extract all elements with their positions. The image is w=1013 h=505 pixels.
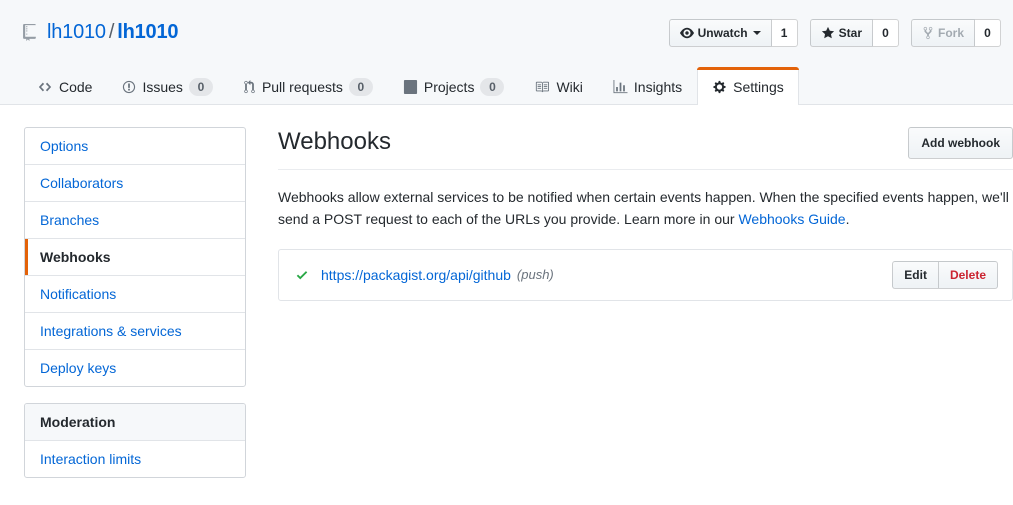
unwatch-button[interactable]: Unwatch [668, 19, 772, 47]
webhook-actions: Edit Delete [892, 260, 998, 289]
webhook-info: https://packagist.org/api/github (push) [293, 267, 554, 283]
webhooks-list: https://packagist.org/api/github (push) … [278, 248, 1013, 301]
sidebar-item-deploy-keys[interactable]: Deploy keys [25, 350, 245, 386]
unwatch-label: Unwatch [697, 26, 748, 40]
tab-wiki-label: Wiki [556, 78, 583, 95]
book-icon [534, 80, 550, 94]
delete-webhook-button[interactable]: Delete [938, 260, 998, 289]
git-pull-request-icon [243, 79, 256, 94]
webhooks-description-end: . [845, 211, 850, 228]
tab-settings[interactable]: Settings [697, 67, 799, 105]
settings-sidebar: Options Collaborators Branches Webhooks … [24, 127, 246, 494]
sidebar-heading-moderation: Moderation [25, 404, 245, 441]
breadcrumb: lh1010/lh1010 [47, 20, 178, 44]
star-icon [821, 26, 835, 40]
repo-name-link[interactable]: lh1010 [117, 21, 178, 43]
settings-menu-primary: Options Collaborators Branches Webhooks … [24, 127, 246, 387]
sidebar-item-options[interactable]: Options [25, 128, 245, 165]
repository-header: lh1010/lh1010 Unwatch 1 Star 0 Fork 0 Co… [0, 0, 1013, 105]
tab-settings-label: Settings [733, 78, 784, 95]
tab-wiki[interactable]: Wiki [519, 67, 597, 105]
tab-code-label: Code [59, 78, 93, 95]
issue-opened-icon [122, 80, 136, 94]
webhook-url-link[interactable]: https://packagist.org/api/github [321, 267, 511, 283]
star-count[interactable]: 0 [872, 19, 899, 47]
project-board-icon [403, 79, 418, 94]
sidebar-item-integrations-services[interactable]: Integrations & services [25, 313, 245, 350]
sidebar-item-branches[interactable]: Branches [25, 202, 245, 239]
tab-pull-requests-counter: 0 [348, 77, 373, 96]
star-button-group: Star 0 [809, 19, 899, 47]
webhooks-content: Webhooks Add webhook Webhooks allow exte… [278, 127, 1013, 494]
tab-pull-requests-label: Pull requests [261, 78, 343, 95]
star-button[interactable]: Star [809, 19, 873, 47]
webhooks-description: Webhooks allow external services to be n… [278, 186, 1013, 231]
page-title: Webhooks [278, 128, 391, 155]
webhooks-guide-link[interactable]: Webhooks Guide [738, 211, 845, 227]
settings-page: Options Collaborators Branches Webhooks … [0, 105, 1013, 494]
repository-nav-tabs: Code Issues 0 Pull requests 0 Projects 0… [22, 67, 799, 105]
webhooks-description-text: Webhooks allow external services to be n… [278, 189, 1009, 228]
sidebar-item-webhooks[interactable]: Webhooks [25, 239, 245, 276]
content-header: Webhooks Add webhook [278, 127, 1013, 170]
tab-insights-label: Insights [633, 78, 683, 95]
add-webhook-button[interactable]: Add webhook [908, 127, 1013, 159]
graph-bar-icon [613, 79, 628, 94]
edit-webhook-button[interactable]: Edit [892, 260, 939, 289]
fork-icon [922, 26, 934, 40]
repo-owner-link[interactable]: lh1010 [47, 21, 106, 43]
watch-count[interactable]: 1 [771, 19, 798, 47]
tab-projects[interactable]: Projects 0 [388, 67, 520, 105]
repository-title-row: lh1010/lh1010 [22, 20, 178, 44]
tab-insights[interactable]: Insights [598, 67, 697, 105]
tab-code[interactable]: Code [22, 67, 107, 105]
eye-icon [679, 26, 694, 40]
settings-menu-moderation: Moderation Interaction limits [24, 403, 246, 478]
check-icon [293, 268, 311, 282]
webhook-events: (push) [516, 267, 554, 283]
star-label: Star [838, 26, 862, 40]
chevron-down-icon [752, 31, 761, 35]
tab-issues-counter: 0 [188, 77, 213, 96]
tab-pull-requests[interactable]: Pull requests 0 [228, 67, 388, 105]
watch-button-group: Unwatch 1 [668, 19, 798, 47]
tab-issues[interactable]: Issues 0 [107, 67, 227, 105]
tab-projects-counter: 0 [480, 77, 505, 96]
repo-book-icon [22, 23, 39, 41]
repository-actions: Unwatch 1 Star 0 Fork 0 [657, 19, 1001, 47]
fork-button: Fork [910, 19, 975, 47]
sidebar-item-notifications[interactable]: Notifications [25, 276, 245, 313]
gear-icon [712, 80, 727, 94]
fork-count[interactable]: 0 [975, 19, 1001, 47]
code-icon [37, 80, 53, 94]
sidebar-item-interaction-limits[interactable]: Interaction limits [25, 441, 245, 477]
fork-button-group: Fork 0 [910, 19, 1001, 47]
tab-projects-label: Projects [423, 78, 475, 95]
tab-issues-label: Issues [142, 78, 183, 95]
sidebar-item-collaborators[interactable]: Collaborators [25, 165, 245, 202]
webhook-list-item: https://packagist.org/api/github (push) … [279, 250, 1012, 300]
fork-label: Fork [937, 26, 964, 40]
breadcrumb-separator: / [108, 21, 115, 43]
